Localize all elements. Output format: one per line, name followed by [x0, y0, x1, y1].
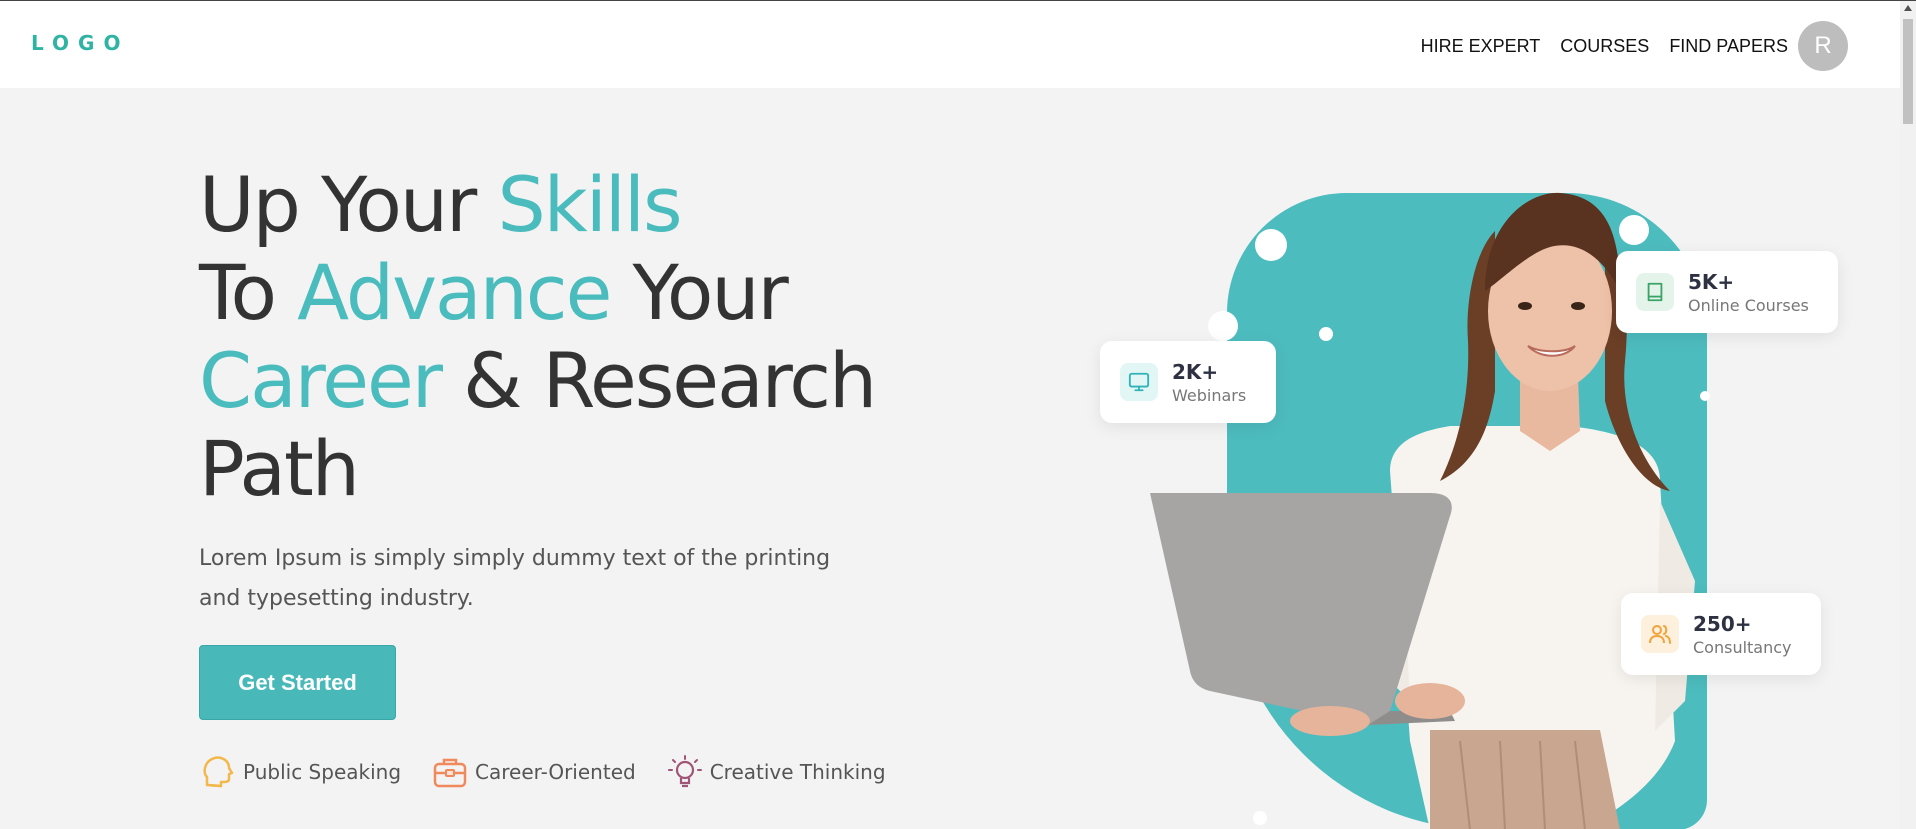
stat-value: 5K+: [1688, 269, 1735, 294]
stat-icon-wrap: [1120, 363, 1158, 401]
skill-label: Public Speaking: [243, 760, 402, 784]
get-started-button[interactable]: Get Started: [199, 645, 396, 720]
skill-label: Creative Thinking: [709, 760, 886, 784]
headline-text: & Research: [440, 336, 877, 425]
stat-value: 250+: [1693, 611, 1752, 636]
headline-accent-text: Advance: [297, 248, 612, 337]
stat-text: 2K+ Webinars: [1172, 360, 1246, 405]
stat-text: 5K+ Online Courses: [1688, 270, 1809, 315]
headline-text: Up Your: [199, 160, 498, 249]
nav-links: HIRE EXPERT COURSES FIND PAPERS R: [1401, 21, 1848, 71]
lightbulb-icon: [667, 755, 702, 788]
briefcase-icon: [433, 758, 467, 788]
stat-label: Webinars: [1172, 385, 1247, 405]
headline-text: Path: [199, 424, 360, 513]
nav-link-find-papers[interactable]: FIND PAPERS: [1669, 36, 1788, 57]
page-scrollbar[interactable]: [1900, 1, 1916, 829]
stat-card-online-courses: 5K+ Online Courses: [1616, 251, 1838, 333]
nav-link-courses[interactable]: COURSES: [1560, 36, 1649, 57]
skill-label: Career-Oriented: [475, 760, 636, 784]
stat-card-webinars: 2K+ Webinars: [1100, 341, 1276, 423]
stat-label: Consultancy: [1693, 637, 1792, 657]
skill-public-speaking: Public Speaking: [199, 753, 401, 791]
headline-accent-text: Career: [199, 336, 443, 425]
logo[interactable]: LOGO: [31, 31, 129, 55]
users-icon: [1649, 625, 1671, 644]
top-navbar: LOGO HIRE EXPERT COURSES FIND PAPERS R: [0, 1, 1900, 88]
headline-line-3: Career & Research: [199, 336, 877, 425]
hero-headline: Up Your Skills To Advance Your Career & …: [199, 161, 877, 513]
scroll-up-arrow-icon[interactable]: [1904, 5, 1912, 11]
hero-section: Up Your Skills To Advance Your Career & …: [199, 161, 877, 720]
skills-list: Public Speaking Career-Oriented Creative…: [199, 753, 916, 791]
stat-icon-wrap: [1641, 615, 1679, 653]
stat-text: 250+ Consultancy: [1693, 612, 1792, 657]
headline-text: To: [199, 248, 298, 337]
nav-link-hire-expert[interactable]: HIRE EXPERT: [1421, 36, 1541, 57]
monitor-icon: [1128, 372, 1150, 392]
scroll-thumb[interactable]: [1903, 19, 1913, 124]
hero-visual: 2K+ Webinars 5K+ Online Courses 250+ Con…: [1100, 141, 1840, 829]
headline-line-4: Path: [199, 425, 875, 513]
skill-creative-thinking: Creative Thinking: [666, 753, 886, 791]
stat-icon-wrap: [1636, 273, 1674, 311]
headline-text: Your: [610, 248, 788, 337]
stat-label: Online Courses: [1688, 295, 1809, 315]
headline-line-2: To Advance Your: [199, 249, 875, 337]
stat-value: 2K+: [1172, 359, 1219, 384]
woman-with-laptop-image: [1150, 192, 1695, 829]
stat-card-consultancy: 250+ Consultancy: [1621, 593, 1821, 675]
head-speaking-icon: [203, 756, 234, 788]
headline-line-1: Up Your Skills: [199, 161, 875, 249]
headline-accent-text: Skills: [497, 160, 682, 249]
book-icon: [1647, 282, 1663, 302]
skill-career-oriented: Career-Oriented: [431, 753, 636, 791]
hero-description: Lorem Ipsum is simply simply dummy text …: [199, 546, 831, 611]
avatar[interactable]: R: [1798, 21, 1848, 71]
